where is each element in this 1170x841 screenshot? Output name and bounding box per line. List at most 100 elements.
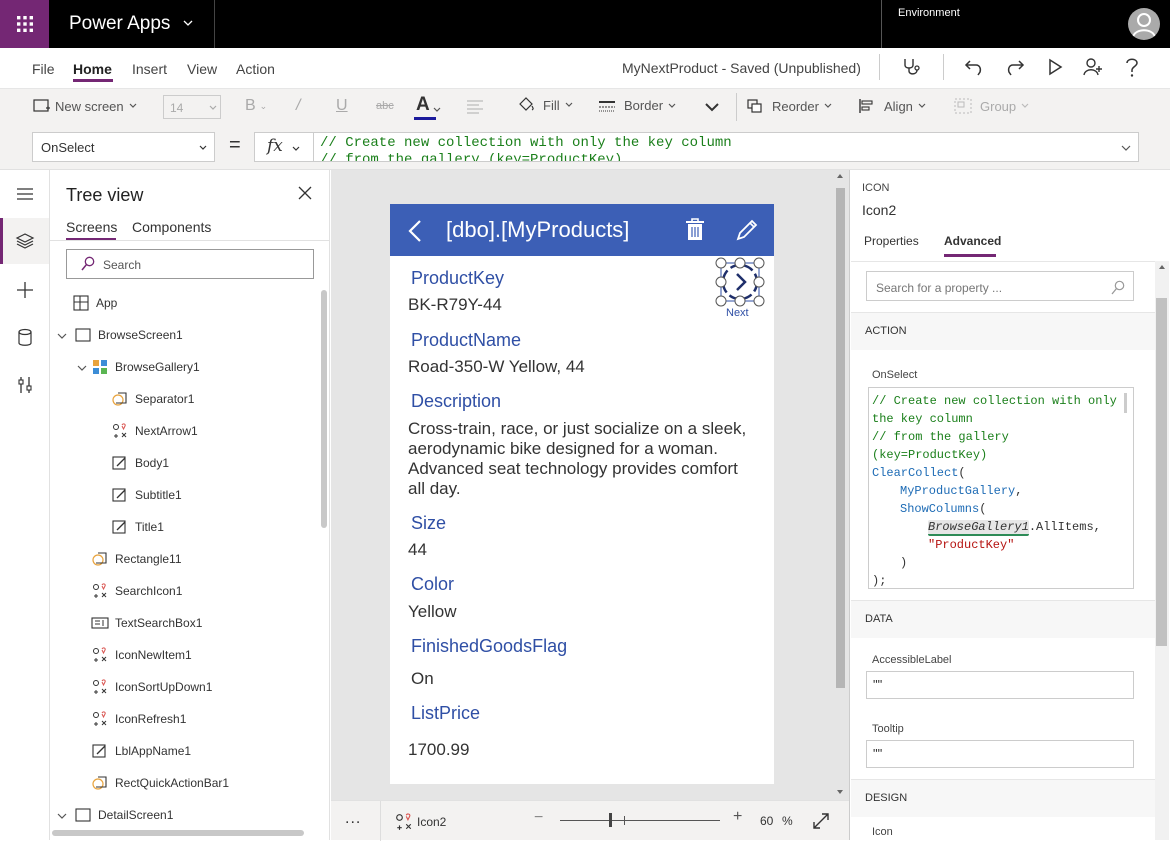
tree-horizontal-scrollbar[interactable]: [52, 830, 304, 836]
font-size-select[interactable]: 14: [163, 95, 221, 119]
zoom-slider-thumb[interactable]: [609, 813, 612, 827]
trash-icon[interactable]: [685, 218, 705, 242]
fill-button[interactable]: Fill: [517, 96, 574, 114]
menu-view[interactable]: View: [187, 61, 217, 77]
underline-button[interactable]: U: [336, 97, 348, 115]
close-icon[interactable]: [298, 186, 312, 200]
expand-formula-icon[interactable]: [1120, 143, 1132, 153]
reorder-button[interactable]: Reorder: [746, 98, 833, 114]
chevron-down-icon[interactable]: [704, 100, 720, 114]
border-button[interactable]: Border: [598, 98, 677, 113]
properties-scroll-thumb[interactable]: [1156, 298, 1167, 646]
tab-advanced[interactable]: Advanced: [944, 234, 1001, 248]
help-icon[interactable]: [1123, 56, 1141, 78]
tree-node-browse-screen[interactable]: BrowseScreen1: [74, 319, 183, 351]
tree-node-text-search-box[interactable]: TextSearchBox1: [91, 607, 202, 639]
code-line: MyProductGallery,: [872, 482, 1133, 500]
strikethrough-button[interactable]: abc: [376, 100, 394, 112]
tree-search-placeholder: Search: [103, 258, 142, 272]
italic-button[interactable]: /: [296, 97, 300, 115]
scroll-up-icon[interactable]: [836, 172, 844, 180]
chevron-down-icon[interactable]: [182, 17, 194, 29]
stethoscope-icon[interactable]: [900, 56, 922, 78]
tree-search-input[interactable]: Search: [66, 249, 314, 279]
avatar[interactable]: [1128, 8, 1160, 40]
formula-input[interactable]: // Create new collection with only the k…: [313, 132, 1139, 162]
tree-node-separator[interactable]: Separator1: [111, 383, 194, 415]
tree-node-subtitle[interactable]: Subtitle1: [111, 479, 182, 511]
tree-node-icon-new-item[interactable]: IconNewItem1: [91, 639, 192, 671]
tree-node-icon-sort[interactable]: IconSortUpDown1: [91, 671, 212, 703]
property-search-input[interactable]: Search for a property ...: [866, 271, 1134, 301]
menu-insert[interactable]: Insert: [132, 61, 167, 77]
chevron-down-icon[interactable]: [56, 810, 68, 822]
next-icon-selected[interactable]: [714, 256, 766, 310]
layers-icon[interactable]: [15, 232, 35, 250]
field-value: 1700.99: [408, 740, 470, 759]
menu-home[interactable]: Home: [73, 61, 112, 77]
tree-node-detail-screen[interactable]: DetailScreen1: [74, 799, 173, 831]
app-screen-preview[interactable]: [dbo].[MyProducts] ProductKey BK-R79Y-44…: [390, 204, 774, 784]
group-button[interactable]: Group: [954, 98, 1030, 114]
zoom-tick: [624, 816, 625, 825]
play-icon[interactable]: [1045, 57, 1065, 77]
tree-node-app[interactable]: App: [72, 287, 117, 319]
tab-properties[interactable]: Properties: [864, 234, 919, 248]
code-scrollbar[interactable]: [1124, 393, 1127, 413]
plus-icon[interactable]: [15, 280, 35, 300]
zoom-slider[interactable]: [560, 820, 720, 821]
menu-action[interactable]: Action: [236, 61, 275, 77]
tab-components[interactable]: Components: [132, 219, 211, 235]
zoom-in-button[interactable]: +: [733, 808, 742, 826]
selected-control-name[interactable]: Icon2: [417, 815, 446, 829]
tab-screens[interactable]: Screens: [66, 219, 117, 235]
align-button[interactable]: Align: [858, 98, 927, 114]
app-launcher-button[interactable]: [0, 0, 49, 48]
chevron-down-icon[interactable]: [56, 330, 68, 342]
fx-button[interactable]: fx: [254, 132, 314, 162]
control-name[interactable]: Icon2: [862, 202, 896, 218]
database-icon[interactable]: [15, 328, 35, 348]
zoom-out-button[interactable]: −: [534, 809, 543, 827]
redo-icon[interactable]: [1005, 57, 1025, 77]
field-label: ProductName: [411, 330, 522, 350]
tools-icon[interactable]: [15, 375, 35, 395]
tree-node-label: Separator1: [135, 392, 195, 406]
zoom-value[interactable]: 60: [760, 814, 773, 828]
app-name[interactable]: Power Apps: [69, 13, 170, 35]
code-punct: ,: [1015, 484, 1023, 498]
new-screen-button[interactable]: New screen: [33, 98, 138, 114]
tooltip-input[interactable]: "": [866, 740, 1134, 768]
fit-to-window-icon[interactable]: [812, 812, 830, 830]
accessible-label-input[interactable]: "": [866, 671, 1134, 699]
chevron-down-icon: [292, 146, 300, 151]
tree-node-title[interactable]: Title1: [111, 511, 164, 543]
share-user-icon[interactable]: [1082, 56, 1104, 78]
tree-scrollbar[interactable]: [321, 290, 327, 528]
tree-node-gallery[interactable]: BrowseGallery1: [91, 351, 200, 383]
edit-pencil-icon[interactable]: [735, 218, 759, 242]
chevron-down-icon[interactable]: [76, 362, 88, 374]
menu-file[interactable]: File: [32, 61, 55, 77]
tree-node-icon-refresh[interactable]: IconRefresh1: [91, 703, 186, 735]
properties-panel: ICON Icon2 Properties Advanced Search fo…: [849, 170, 1170, 840]
onselect-code-editor[interactable]: // Create new collection with only the ke…: [868, 387, 1134, 589]
canvas-scroll-thumb[interactable]: [836, 188, 845, 688]
tree-node-rect-quick-action[interactable]: RectQuickActionBar1: [91, 767, 229, 799]
scroll-down-icon[interactable]: [836, 788, 844, 796]
hamburger-menu-icon[interactable]: [15, 186, 35, 202]
tree-node-body[interactable]: Body1: [111, 447, 169, 479]
bold-button[interactable]: B ⌄: [245, 97, 267, 115]
tree-node-lbl-app-name[interactable]: LblAppName1: [91, 735, 191, 767]
tree-node-rectangle[interactable]: Rectangle11: [91, 543, 182, 575]
tree-node-search-icon[interactable]: SearchIcon1: [91, 575, 182, 607]
property-select[interactable]: OnSelect: [32, 132, 215, 162]
field-label: Color: [411, 574, 455, 594]
tree-node-next-arrow[interactable]: NextArrow1: [111, 415, 198, 447]
text-align-icon[interactable]: [466, 100, 488, 114]
scroll-up-icon[interactable]: [1158, 263, 1166, 271]
more-options-button[interactable]: ...: [345, 810, 361, 828]
back-arrow-icon[interactable]: [408, 219, 422, 243]
undo-icon[interactable]: [964, 57, 984, 77]
environment-picker[interactable]: Environment: [881, 0, 1119, 48]
